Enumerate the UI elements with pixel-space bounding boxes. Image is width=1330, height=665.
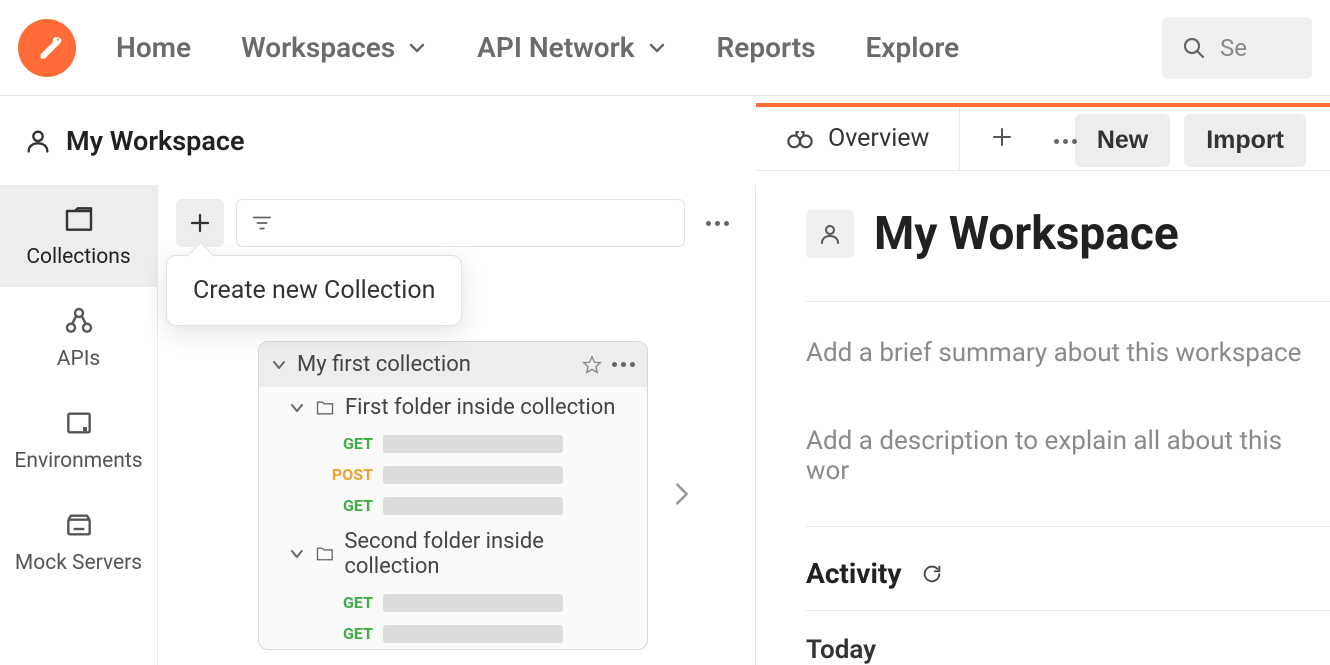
tab-overview[interactable]: Overview <box>756 107 960 170</box>
more-horizontal-icon <box>706 221 729 226</box>
folder-label: Second folder inside collection <box>344 529 639 579</box>
nav-explore[interactable]: Explore <box>866 31 960 64</box>
person-icon <box>24 127 52 155</box>
request-name-placeholder-bar <box>383 497 563 515</box>
next-sample-button[interactable] <box>668 480 696 512</box>
request-name-placeholder-bar <box>383 466 563 484</box>
request-method: POST <box>331 465 373 484</box>
postman-logo-icon <box>26 27 68 69</box>
collection-title: My first collection <box>297 352 572 377</box>
plus-icon <box>990 125 1014 149</box>
more-horizontal-icon[interactable] <box>612 362 635 367</box>
chevron-right-icon <box>668 480 696 508</box>
apis-icon <box>63 305 95 337</box>
folder-label: First folder inside collection <box>345 395 615 420</box>
main-columns: Collections APIs Environments Mock Serve… <box>0 185 1330 665</box>
tab-more-button[interactable] <box>1054 129 1077 148</box>
summary-placeholder[interactable]: Add a brief summary about this workspace <box>806 302 1330 368</box>
sidebar-item-label: APIs <box>57 347 101 371</box>
nav-links: Home Workspaces API Network Reports Expl… <box>116 31 959 64</box>
folder-row[interactable]: First folder inside collection <box>259 387 647 428</box>
nav-home[interactable]: Home <box>116 31 191 64</box>
plus-icon <box>188 211 212 235</box>
nav-reports-label: Reports <box>717 31 816 64</box>
mock-servers-icon <box>63 509 95 541</box>
nav-explore-label: Explore <box>866 31 960 64</box>
chevron-down-icon <box>289 400 305 416</box>
collection-sample-card: My first collection First folder inside … <box>258 341 648 650</box>
activity-today-label: Today <box>806 611 1330 665</box>
nav-api-network-label: API Network <box>477 31 634 64</box>
request-method: GET <box>331 593 373 612</box>
global-search[interactable]: Se <box>1162 17 1312 79</box>
folder-icon <box>315 398 335 418</box>
create-collection-button[interactable] <box>176 199 224 247</box>
chevron-down-icon <box>289 546 305 562</box>
tooltip-text: Create new Collection <box>193 276 435 305</box>
collections-panel: Create new Collection My first collectio… <box>158 185 756 665</box>
environments-icon <box>63 407 95 439</box>
request-name-placeholder-bar <box>383 594 563 612</box>
nav-home-label: Home <box>116 31 191 64</box>
chevron-down-icon <box>271 357 287 373</box>
nav-workspaces[interactable]: Workspaces <box>241 31 427 64</box>
tab-actions <box>960 125 1107 153</box>
sidebar-item-apis[interactable]: APIs <box>0 287 157 389</box>
request-row[interactable]: GET <box>259 618 647 649</box>
refresh-icon[interactable] <box>921 563 943 585</box>
new-tab-button[interactable] <box>990 125 1014 153</box>
request-method: GET <box>331 434 373 453</box>
folder-icon <box>315 544 335 564</box>
request-name-placeholder-bar <box>383 625 563 643</box>
search-hint-text: Se <box>1220 34 1247 62</box>
sidebar-item-label: Collections <box>26 245 130 269</box>
folder-row[interactable]: Second folder inside collection <box>259 521 647 587</box>
collections-icon <box>63 203 95 235</box>
nav-workspaces-label: Workspaces <box>241 31 395 64</box>
collections-toolbar <box>158 185 755 261</box>
overview-panel: Overview My Workspace Add a brief summar… <box>756 103 1330 665</box>
description-placeholder[interactable]: Add a description to explain all about t… <box>806 368 1330 526</box>
workspace-title-row: My Workspace <box>806 207 1330 302</box>
top-nav: Home Workspaces API Network Reports Expl… <box>0 0 1330 96</box>
sidebar-item-collections[interactable]: Collections <box>0 185 157 287</box>
more-horizontal-icon <box>1054 139 1077 144</box>
nav-api-network[interactable]: API Network <box>477 31 666 64</box>
app-logo[interactable] <box>18 19 76 77</box>
tab-label: Overview <box>828 124 929 153</box>
sidebar-item-label: Mock Servers <box>15 551 142 575</box>
search-icon <box>1182 36 1206 60</box>
request-row[interactable]: GET <box>259 490 647 521</box>
request-name-placeholder-bar <box>383 435 563 453</box>
create-collection-tooltip: Create new Collection <box>166 255 462 326</box>
chevron-down-icon <box>407 38 427 58</box>
binoculars-icon <box>786 125 814 153</box>
star-icon[interactable] <box>582 355 602 375</box>
filter-icon <box>251 212 273 234</box>
left-rail: Collections APIs Environments Mock Serve… <box>0 185 158 665</box>
workspace-icon-box[interactable] <box>806 210 854 258</box>
workspace-title[interactable]: My Workspace <box>66 125 244 157</box>
request-method: GET <box>331 624 373 643</box>
request-row[interactable]: POST <box>259 459 647 490</box>
workspace-big-title[interactable]: My Workspace <box>874 207 1179 261</box>
person-icon <box>818 222 842 246</box>
chevron-down-icon <box>647 38 667 58</box>
activity-title: Activity <box>806 557 901 590</box>
request-method: GET <box>331 496 373 515</box>
collection-header-row[interactable]: My first collection <box>259 342 647 387</box>
activity-header: Activity <box>806 527 1330 611</box>
tab-row: Overview <box>756 107 1330 171</box>
overview-body: My Workspace Add a brief summary about t… <box>756 171 1330 665</box>
nav-reports[interactable]: Reports <box>717 31 816 64</box>
collections-more-button[interactable] <box>697 203 737 243</box>
request-row[interactable]: GET <box>259 587 647 618</box>
sidebar-item-mock-servers[interactable]: Mock Servers <box>0 491 157 593</box>
sidebar-item-environments[interactable]: Environments <box>0 389 157 491</box>
collections-filter[interactable] <box>236 199 685 247</box>
sidebar-item-label: Environments <box>14 449 142 473</box>
request-row[interactable]: GET <box>259 428 647 459</box>
